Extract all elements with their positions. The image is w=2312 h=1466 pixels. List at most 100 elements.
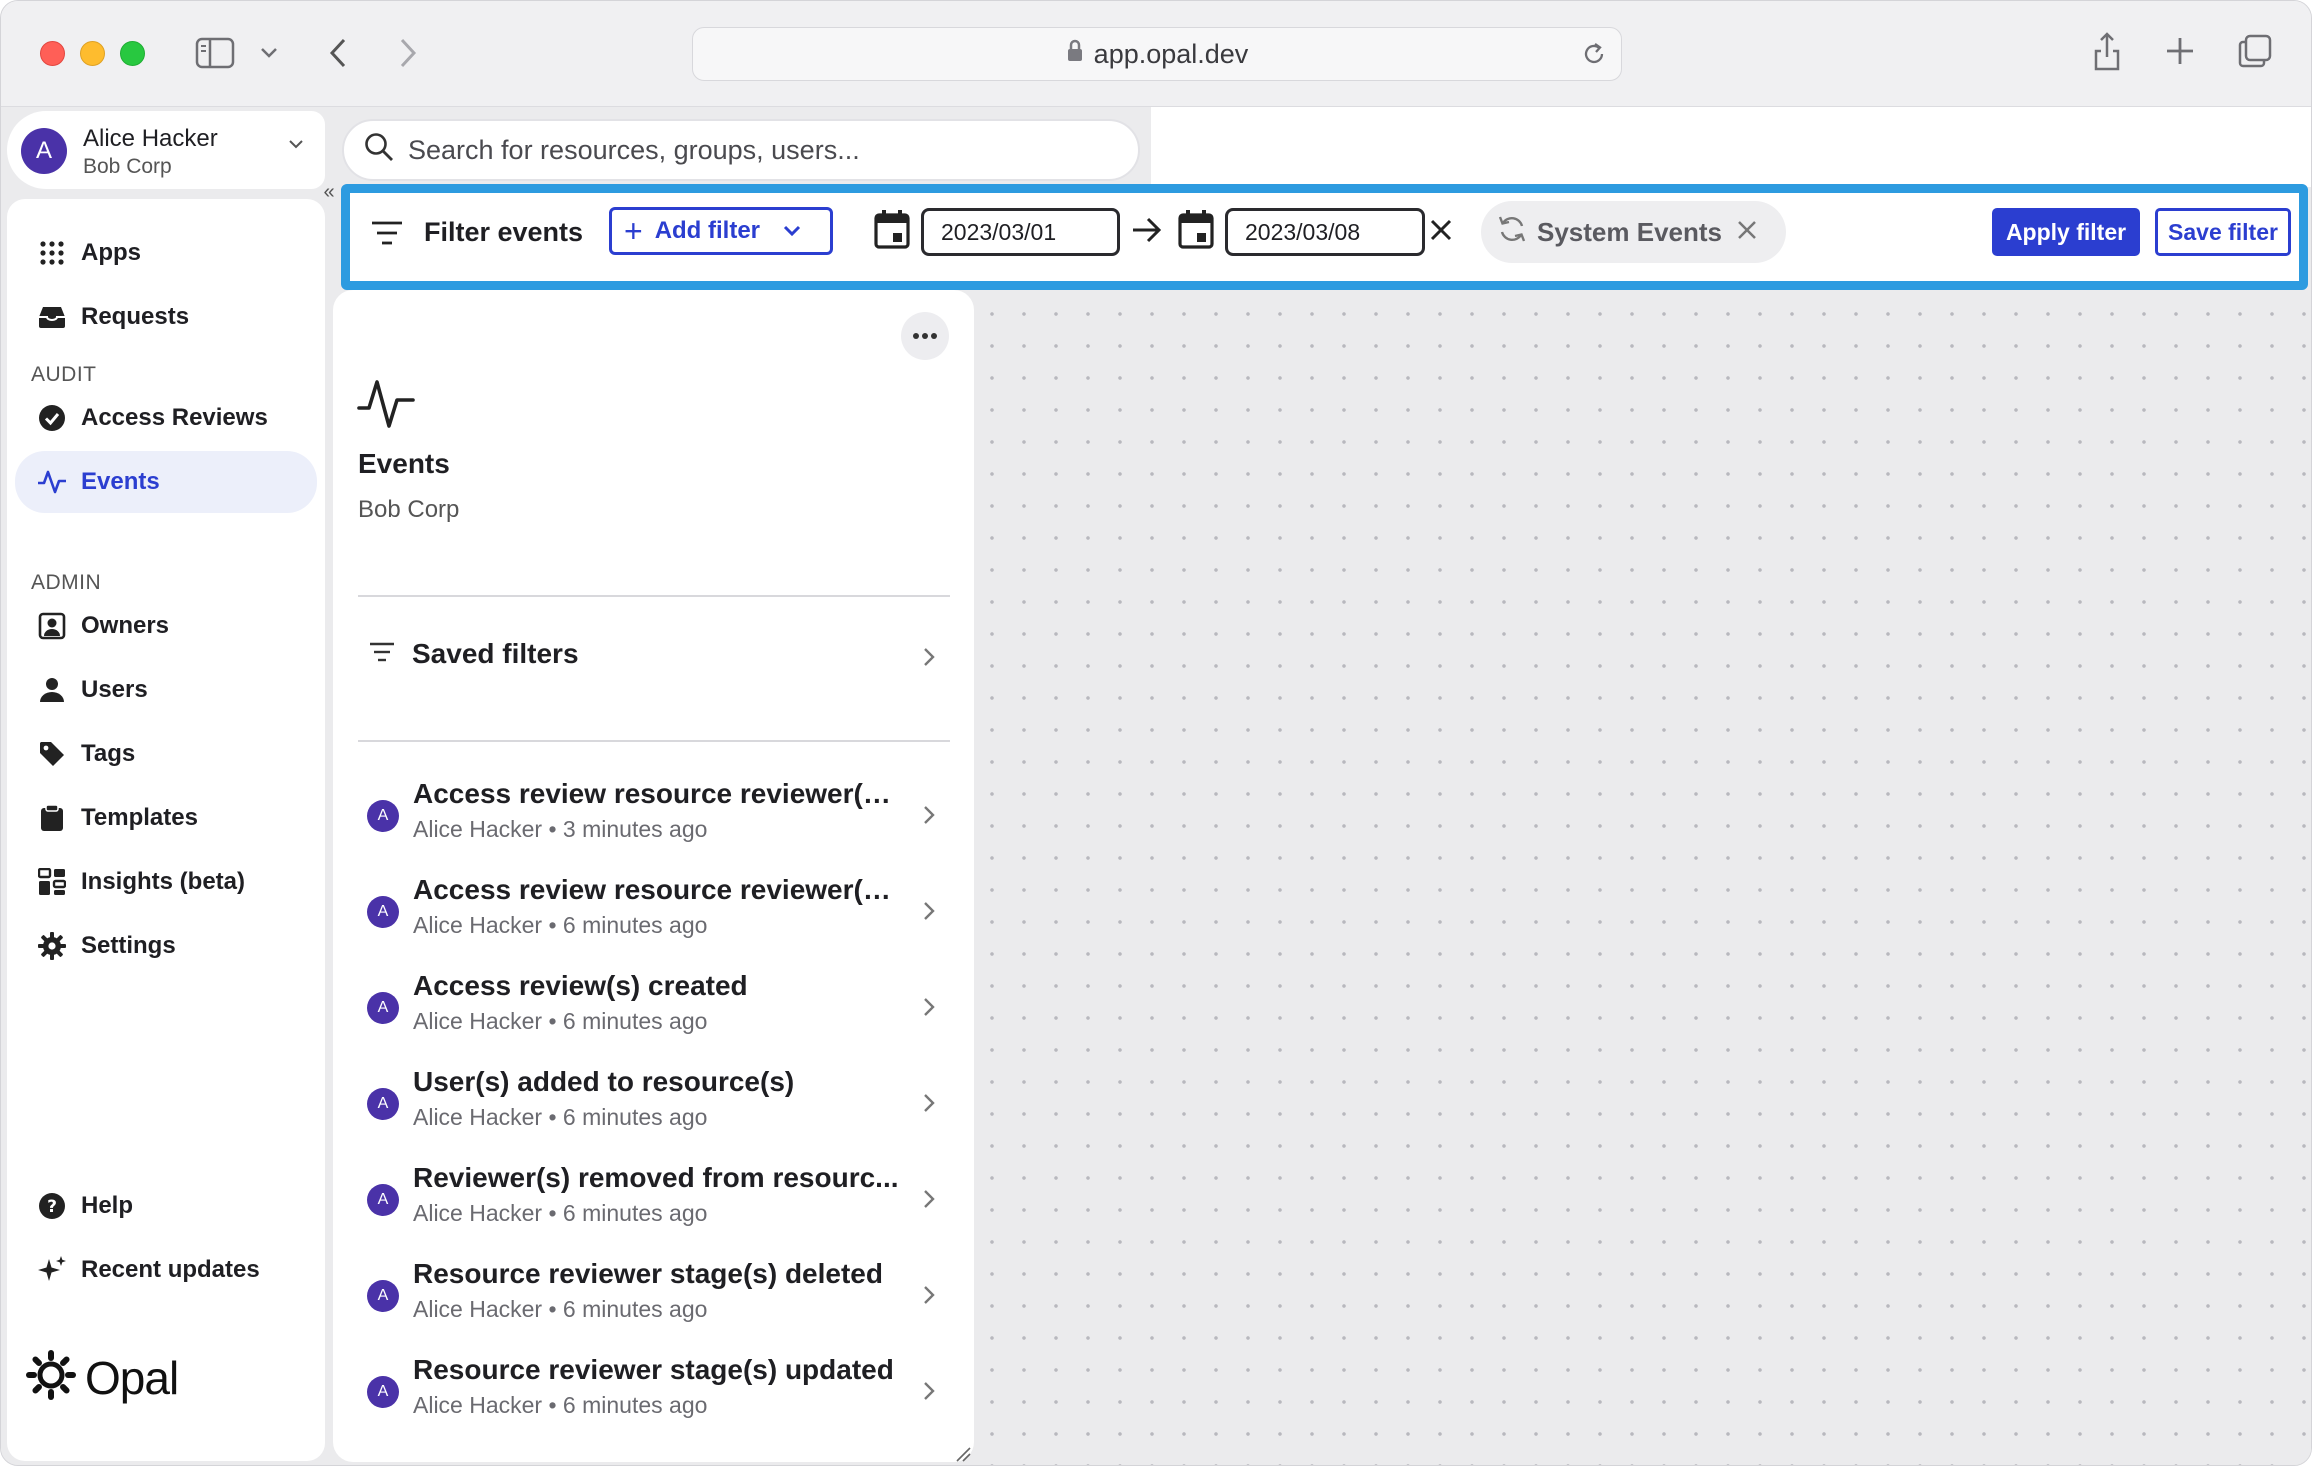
insights-icon	[35, 865, 69, 899]
forward-icon[interactable]	[393, 35, 423, 71]
sidebar-item-apps[interactable]: Apps	[15, 222, 317, 284]
sidebar-item-help[interactable]: ? Help	[15, 1175, 317, 1237]
section-label-audit: AUDIT	[31, 363, 97, 386]
event-meta: Alice Hacker • 3 minutes ago	[413, 816, 708, 842]
sidebar-item-requests[interactable]: Requests	[15, 286, 317, 348]
sidebar-item-label: Tags	[81, 740, 136, 767]
avatar: A	[367, 1088, 399, 1120]
sidebar-item-events[interactable]: Events	[15, 451, 317, 513]
avatar: A	[367, 992, 399, 1024]
saved-filters-row[interactable]: Saved filters	[358, 625, 950, 683]
opal-logo: Opal	[25, 1349, 179, 1406]
sidebar-item-label: Users	[81, 676, 148, 703]
event-meta: Alice Hacker • 6 minutes ago	[413, 1296, 708, 1322]
zoom-window-button[interactable]	[120, 41, 145, 66]
event-list-item[interactable]: A User(s) added to resource(s) Alice Hac…	[358, 1058, 950, 1150]
event-list-item[interactable]: A Resource reviewer stage(s) updated Ali…	[358, 1346, 950, 1438]
clear-dates-icon[interactable]	[1428, 217, 1454, 248]
page-subtitle: Bob Corp	[358, 496, 460, 523]
grid-icon	[35, 236, 69, 270]
svg-text:?: ?	[47, 1197, 57, 1217]
tab-overview-icon[interactable]	[2237, 33, 2273, 69]
event-title: Access review(s) created	[413, 970, 748, 1001]
close-window-button[interactable]	[40, 41, 65, 66]
opal-logo-icon	[25, 1349, 77, 1406]
sync-icon	[1495, 214, 1529, 251]
remove-chip-icon[interactable]	[1736, 217, 1758, 248]
account-org: Bob Corp	[83, 155, 172, 178]
new-tab-icon[interactable]	[2164, 35, 2196, 67]
resize-handle-icon[interactable]	[955, 1446, 971, 1465]
avatar: A	[21, 128, 67, 174]
sidebar-item-label: Recent updates	[81, 1256, 260, 1283]
opal-logo-text: Opal	[85, 1351, 179, 1404]
sidebar-toggle-icon[interactable]	[195, 35, 235, 71]
back-icon[interactable]	[323, 35, 353, 71]
chevron-down-icon	[287, 137, 305, 155]
sidebar-item-label: Owners	[81, 612, 170, 639]
event-meta: Alice Hacker • 6 minutes ago	[413, 1200, 708, 1226]
chevron-right-icon	[922, 1284, 936, 1311]
event-meta: Alice Hacker • 6 minutes ago	[413, 1008, 708, 1034]
chip-label: System Events	[1537, 216, 1722, 247]
add-filter-button[interactable]: + Add filter	[609, 207, 833, 255]
chevron-down-icon	[782, 217, 802, 245]
minimize-window-button[interactable]	[80, 41, 105, 66]
chevron-right-icon	[922, 1092, 936, 1119]
address-bar[interactable]: app.opal.dev	[692, 27, 1622, 81]
filter-bar-title: Filter events	[424, 217, 584, 247]
search-placeholder: Search for resources, groups, users...	[408, 134, 860, 165]
event-title: Resource reviewer stage(s) updated	[413, 1354, 894, 1385]
filter-icon	[368, 638, 396, 670]
sidebar-item-owners[interactable]: Owners	[15, 595, 317, 657]
apply-filter-button[interactable]: Apply filter	[1992, 208, 2140, 256]
sidebar-item-settings[interactable]: Settings	[15, 915, 317, 977]
section-label-admin: ADMIN	[31, 571, 102, 594]
page-title: Events	[358, 448, 450, 479]
event-list-item[interactable]: A Access review(s) created Alice Hacker …	[358, 962, 950, 1054]
collapse-sidebar-icon[interactable]: «	[317, 180, 341, 204]
system-events-chip[interactable]: System Events	[1481, 201, 1786, 263]
sidebar-item-insights[interactable]: Insights (beta)	[15, 851, 317, 913]
chevron-right-icon	[922, 1380, 936, 1407]
avatar: A	[367, 1184, 399, 1216]
avatar: A	[367, 896, 399, 928]
event-list-item[interactable]: A Reviewer(s) removed from resourc... Al…	[358, 1154, 950, 1246]
add-filter-label: Add filter	[654, 217, 761, 244]
share-icon[interactable]	[2091, 29, 2123, 73]
chevron-right-icon	[922, 1188, 936, 1215]
event-list-item[interactable]: A Resource reviewer stage(s) deleted Ali…	[358, 1250, 950, 1342]
save-filter-button[interactable]: Save filter	[2155, 208, 2291, 256]
event-list-item[interactable]: A Access review resource reviewer(s)... …	[358, 770, 950, 862]
event-list-item[interactable]: A Access review resource reviewer(s)... …	[358, 866, 950, 958]
check-circle-icon	[35, 401, 69, 435]
chevron-down-icon[interactable]	[259, 41, 279, 65]
account-switcher[interactable]: A Alice Hacker Bob Corp	[7, 111, 325, 189]
sidebar-item-users[interactable]: Users	[15, 659, 317, 721]
chevron-right-icon	[922, 804, 936, 831]
sidebar-item-label: Access Reviews	[81, 404, 268, 431]
clipboard-icon	[35, 801, 69, 835]
reload-icon[interactable]	[1581, 40, 1607, 75]
more-options-button[interactable]	[901, 312, 949, 360]
app-area: A Alice Hacker Bob Corp « Apps Requests	[1, 107, 2311, 1465]
start-date-input[interactable]: 2023/03/01	[921, 208, 1120, 256]
sidebar-item-access-reviews[interactable]: Access Reviews	[15, 387, 317, 449]
search-input[interactable]: Search for resources, groups, users...	[342, 119, 1140, 181]
calendar-icon[interactable]	[1178, 209, 1214, 254]
calendar-icon[interactable]	[874, 209, 910, 254]
sidebar-item-tags[interactable]: Tags	[15, 723, 317, 785]
top-bar	[1151, 107, 2311, 187]
sidebar-item-label: Settings	[81, 932, 176, 959]
sidebar-item-recent-updates[interactable]: Recent updates	[15, 1239, 317, 1301]
sidebar-item-templates[interactable]: Templates	[15, 787, 317, 849]
filter-bar: Filter events + Add filter 2023/03/01 20…	[341, 184, 2308, 290]
divider	[358, 740, 950, 742]
help-icon: ?	[35, 1189, 69, 1223]
owner-icon	[35, 609, 69, 643]
arrow-right-icon	[1131, 215, 1163, 250]
end-date-input[interactable]: 2023/03/08	[1225, 208, 1425, 256]
events-canvas	[974, 290, 2311, 1465]
event-title: Access review resource reviewer(s)...	[413, 874, 903, 905]
tag-icon	[35, 737, 69, 771]
